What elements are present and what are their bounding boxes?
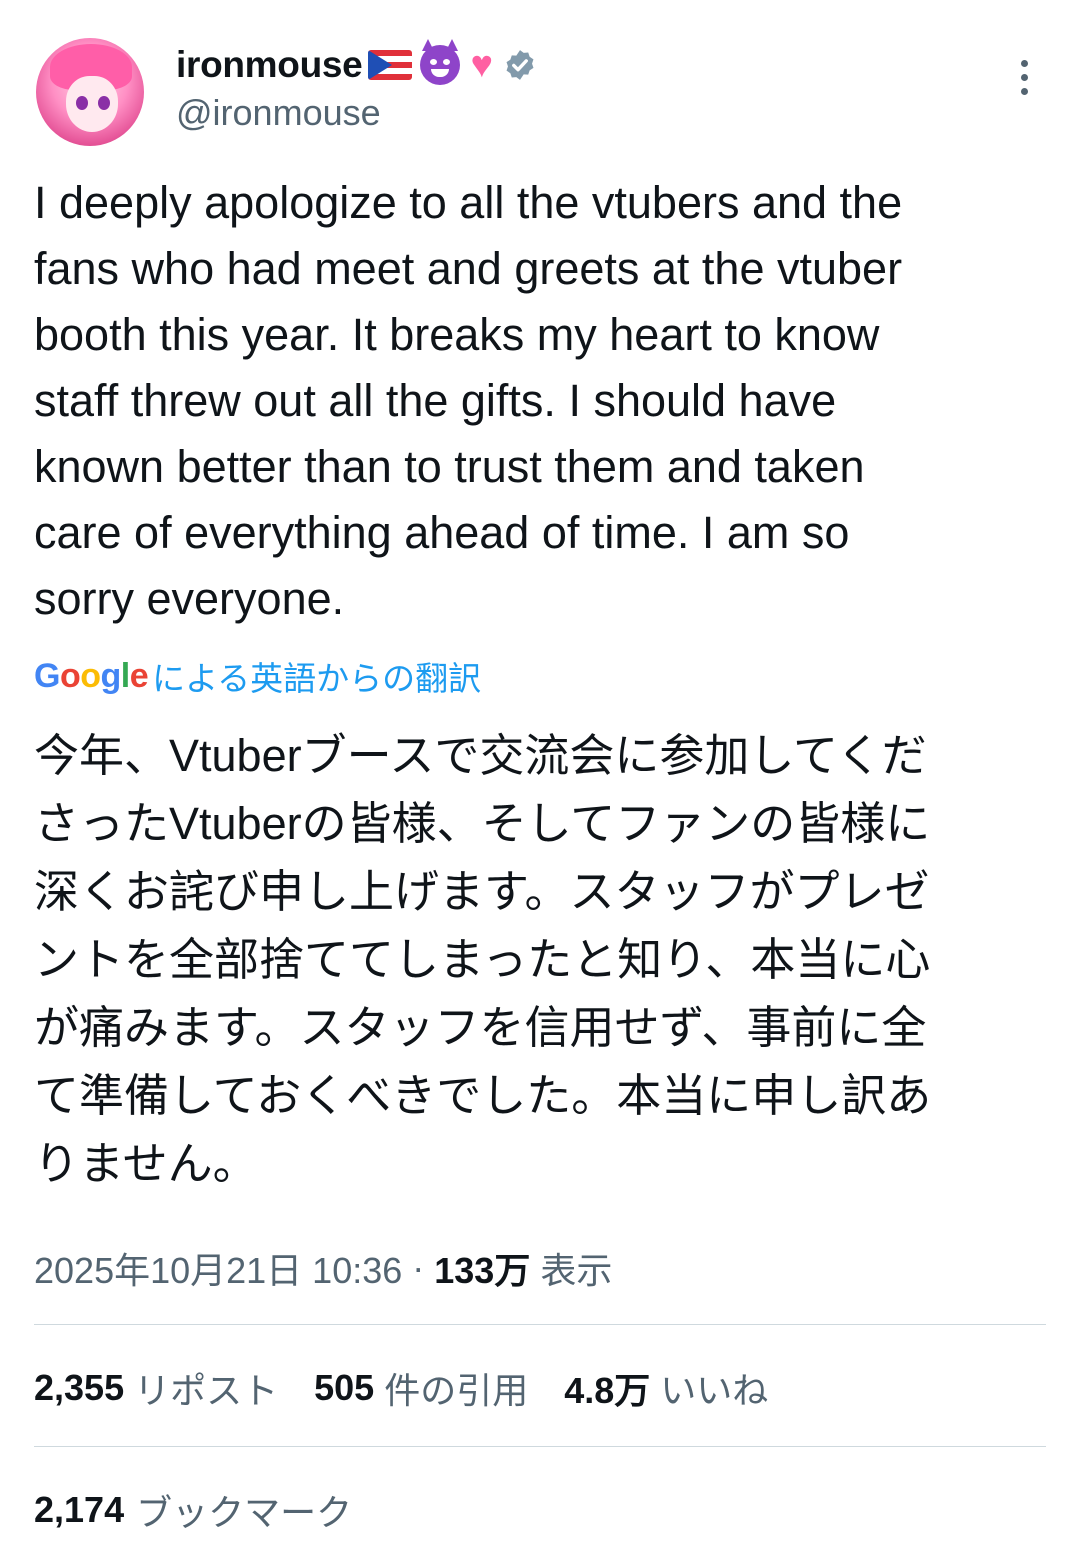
quotes-count: 505 bbox=[314, 1367, 375, 1408]
bookmarks-count: 2,174 bbox=[34, 1489, 125, 1530]
views-count: 133万 bbox=[434, 1250, 531, 1291]
user-handle[interactable]: @ironmouse bbox=[176, 92, 381, 134]
puerto-rico-flag-icon bbox=[368, 50, 413, 80]
timestamp[interactable]: 2025年10月21日 10:36 bbox=[34, 1242, 402, 1294]
avatar-face bbox=[66, 76, 118, 132]
quotes-label: 件の引用 bbox=[384, 1370, 529, 1411]
display-name[interactable]: ironmouse bbox=[176, 44, 363, 86]
bookmarks-label: ブックマーク bbox=[136, 1492, 353, 1533]
more-options-icon[interactable] bbox=[1016, 60, 1032, 100]
translation-attribution[interactable]: Google による英語からの翻訳 bbox=[34, 652, 481, 700]
avatar[interactable] bbox=[36, 38, 144, 146]
views-label: 表示 bbox=[540, 1250, 613, 1291]
divider bbox=[34, 1446, 1046, 1447]
avatar-eye bbox=[98, 96, 110, 110]
verified-badge-icon[interactable] bbox=[503, 48, 537, 82]
google-logo-icon: Google bbox=[34, 656, 149, 695]
engagement-stats: 2,355 リポスト 505 件の引用 4.8万 いいね bbox=[34, 1362, 804, 1414]
bookmarks-stat[interactable]: 2,174 ブックマーク bbox=[34, 1484, 352, 1536]
likes-stat[interactable]: 4.8万 いいね bbox=[564, 1362, 768, 1414]
meta-separator: · bbox=[412, 1247, 425, 1288]
sparkling-heart-icon: ♥ bbox=[470, 44, 493, 86]
translated-text: 今年、Vtuberブースで交流会に参加してくだ さったVtuberの皆様、そして… bbox=[34, 730, 932, 1189]
reposts-count: 2,355 bbox=[34, 1367, 125, 1408]
avatar-eye bbox=[76, 96, 88, 110]
tweet-meta: 2025年10月21日 10:36 · 133万 表示 bbox=[34, 1242, 612, 1294]
user-name-row[interactable]: ironmouse ♥ bbox=[176, 39, 537, 90]
likes-count: 4.8万 bbox=[564, 1370, 651, 1411]
translation-label[interactable]: による英語からの翻訳 bbox=[152, 652, 481, 700]
likes-label: いいね bbox=[660, 1370, 769, 1411]
quotes-stat[interactable]: 505 件の引用 bbox=[314, 1362, 528, 1414]
tweet-text: I deeply apologize to all the vtubers an… bbox=[34, 177, 903, 624]
divider bbox=[34, 1324, 1046, 1325]
reposts-label: リポスト bbox=[134, 1370, 279, 1411]
smiling-devil-icon bbox=[420, 39, 461, 85]
reposts-stat[interactable]: 2,355 リポスト bbox=[34, 1362, 278, 1414]
